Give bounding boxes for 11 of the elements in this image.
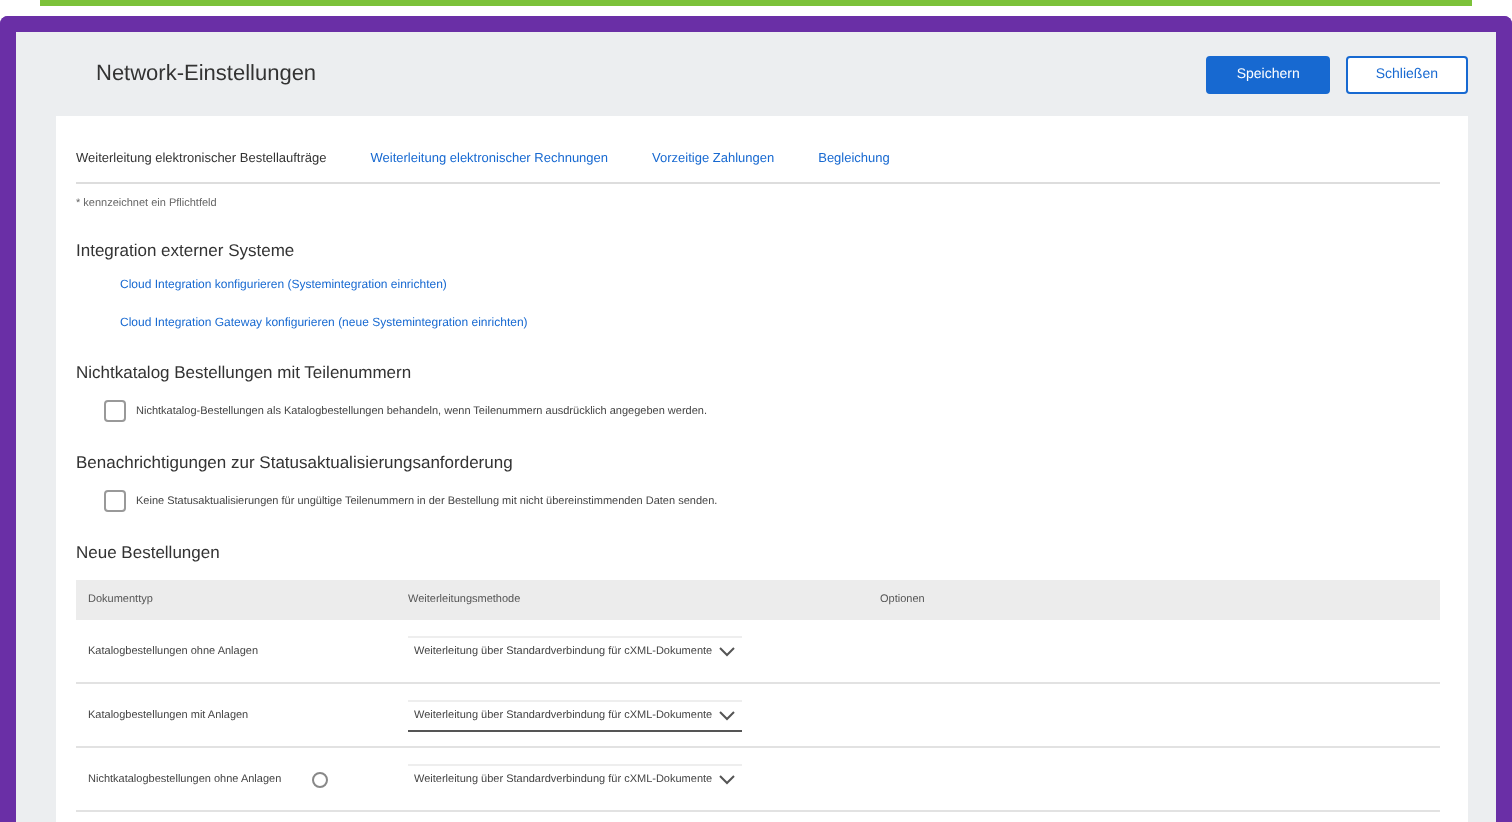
info-icon <box>312 771 328 787</box>
checkbox[interactable] <box>104 400 126 422</box>
section-heading: Nichtkatalog Bestellungen mit Teilenummern <box>76 362 414 382</box>
section-heading: Benachrichtigungen zur Statusaktualisierungsanforderung <box>76 452 515 472</box>
chevron-down-icon <box>718 709 737 721</box>
chevron-down-icon <box>718 646 737 658</box>
checkbox[interactable] <box>104 490 126 512</box>
section-heading: Integration externer Systeme <box>76 240 297 260</box>
section-heading: Neue Bestellungen <box>76 542 222 562</box>
chevron-down-icon <box>718 774 737 786</box>
window-title: Network-Einstellungen <box>96 62 317 86</box>
